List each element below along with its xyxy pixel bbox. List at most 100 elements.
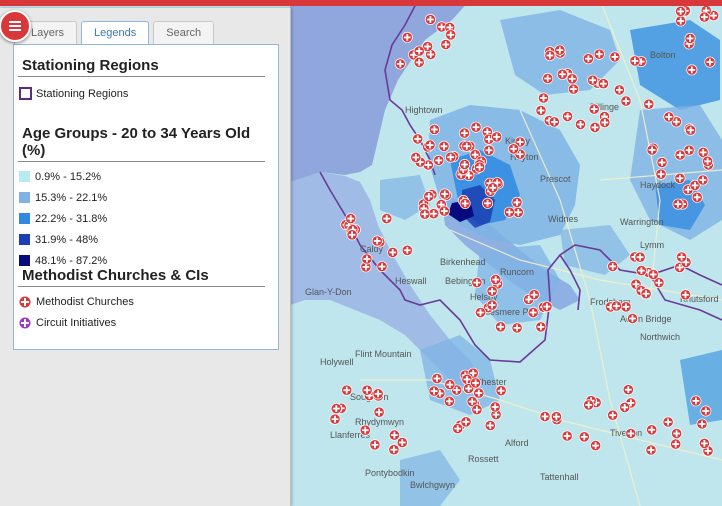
methodist-church-icon[interactable] [486,285,498,297]
methodist-church-icon[interactable] [593,48,605,60]
methodist-church-icon[interactable] [452,423,464,435]
methodist-church-icon[interactable] [700,405,712,417]
methodist-church-icon[interactable] [413,45,425,57]
methodist-church-icon[interactable] [535,105,547,116]
methodist-church-icon[interactable] [613,84,625,96]
methodist-church-icon[interactable] [423,190,435,202]
methodist-church-icon[interactable] [373,406,385,418]
methodist-church-icon[interactable] [401,244,413,256]
methodist-church-icon[interactable] [361,253,373,265]
methodist-church-icon[interactable] [609,51,621,63]
methodist-church-icon[interactable] [646,424,658,436]
methodist-church-icon[interactable] [686,64,698,76]
methodist-church-icon[interactable] [445,29,457,41]
methodist-church-icon[interactable] [445,151,457,163]
methodist-church-icon[interactable] [440,39,452,50]
methodist-church-icon[interactable] [690,395,702,407]
methodist-church-icon[interactable] [704,56,716,68]
methodist-church-icon[interactable] [575,118,586,130]
methodist-church-icon[interactable] [443,395,455,407]
methodist-church-icon[interactable] [388,444,400,456]
methodist-church-icon[interactable] [484,420,496,431]
methodist-church-icon[interactable] [554,44,566,56]
methodist-church-icon[interactable] [645,444,657,456]
methodist-church-icon[interactable] [388,429,400,441]
methodist-church-icon[interactable] [619,401,631,413]
methodist-church-icon[interactable] [491,131,503,143]
menu-toggle-button[interactable] [0,10,31,42]
methodist-church-icon[interactable] [684,32,696,44]
methodist-church-icon[interactable] [527,307,539,318]
methodist-church-icon[interactable] [589,121,601,133]
methodist-church-icon[interactable] [372,388,384,400]
methodist-church-icon[interactable] [539,411,551,422]
methodist-church-icon[interactable] [431,373,443,384]
methodist-church-icon[interactable] [461,140,473,152]
methodist-church-icon[interactable] [394,58,406,70]
methodist-church-icon[interactable] [459,159,471,170]
methodist-church-icon[interactable] [329,413,341,425]
methodist-church-icon[interactable] [674,172,686,184]
methodist-church-icon[interactable] [548,116,560,128]
methodist-church-icon[interactable] [424,139,436,151]
methodist-church-icon[interactable] [698,437,710,449]
methodist-church-icon[interactable] [369,439,381,451]
methodist-church-icon[interactable] [438,140,450,152]
methodist-church-icon[interactable] [330,403,342,415]
methodist-church-icon[interactable] [470,121,482,133]
methodist-church-icon[interactable] [676,251,688,263]
methodist-church-icon[interactable] [599,117,611,128]
methodist-church-icon[interactable] [371,235,383,247]
methodist-church-icon[interactable] [587,74,599,86]
methodist-church-icon[interactable] [410,151,422,163]
methodist-church-icon[interactable] [433,154,445,166]
methodist-church-icon[interactable] [588,103,600,115]
methodist-church-icon[interactable] [670,438,682,450]
methodist-church-icon[interactable] [662,416,674,428]
methodist-church-icon[interactable] [550,411,562,423]
methodist-church-icon[interactable] [675,5,687,17]
methodist-church-icon[interactable] [428,124,440,135]
methodist-church-icon[interactable] [568,83,579,95]
methodist-church-icon[interactable] [566,73,578,85]
methodist-church-icon[interactable] [611,300,622,312]
methodist-church-icon[interactable] [345,213,357,225]
methodist-church-icon[interactable] [474,161,486,173]
methodist-church-icon[interactable] [459,127,470,139]
methodist-church-icon[interactable] [671,428,683,439]
methodist-church-icon[interactable] [590,440,602,452]
methodist-church-icon[interactable] [562,110,574,122]
methodist-church-icon[interactable] [487,182,499,194]
methodist-church-icon[interactable] [655,168,667,180]
methodist-church-icon[interactable] [607,260,619,272]
methodist-church-icon[interactable] [482,197,494,209]
tab-legends[interactable]: Legends [81,21,150,45]
methodist-church-icon[interactable] [511,196,523,208]
methodist-church-icon[interactable] [439,188,451,200]
methodist-church-icon[interactable] [535,321,547,333]
methodist-church-icon[interactable] [635,265,647,277]
methodist-church-icon[interactable] [341,384,353,396]
methodist-church-icon[interactable] [473,387,485,399]
methodist-church-icon[interactable] [691,191,703,203]
methodist-church-icon[interactable] [697,174,709,186]
methodist-church-icon[interactable] [413,56,425,68]
methodist-church-icon[interactable] [696,418,708,430]
methodist-church-icon[interactable] [634,251,646,263]
methodist-church-icon[interactable] [597,78,609,90]
methodist-church-icon[interactable] [643,98,655,110]
methodist-church-icon[interactable] [359,424,371,436]
methodist-church-icon[interactable] [511,322,523,334]
methodist-church-icon[interactable] [627,313,638,324]
methodist-church-icon[interactable] [346,229,358,241]
methodist-church-icon[interactable] [685,124,697,136]
methodist-church-icon[interactable] [489,401,501,413]
methodist-church-icon[interactable] [620,95,632,107]
methodist-church-icon[interactable] [629,55,641,67]
methodist-church-icon[interactable] [620,301,632,313]
methodist-church-icon[interactable] [508,143,520,155]
methodist-church-icon[interactable] [495,385,507,397]
methodist-church-icon[interactable] [438,205,450,217]
methodist-church-icon[interactable] [542,73,554,84]
methodist-church-icon[interactable] [544,50,556,61]
